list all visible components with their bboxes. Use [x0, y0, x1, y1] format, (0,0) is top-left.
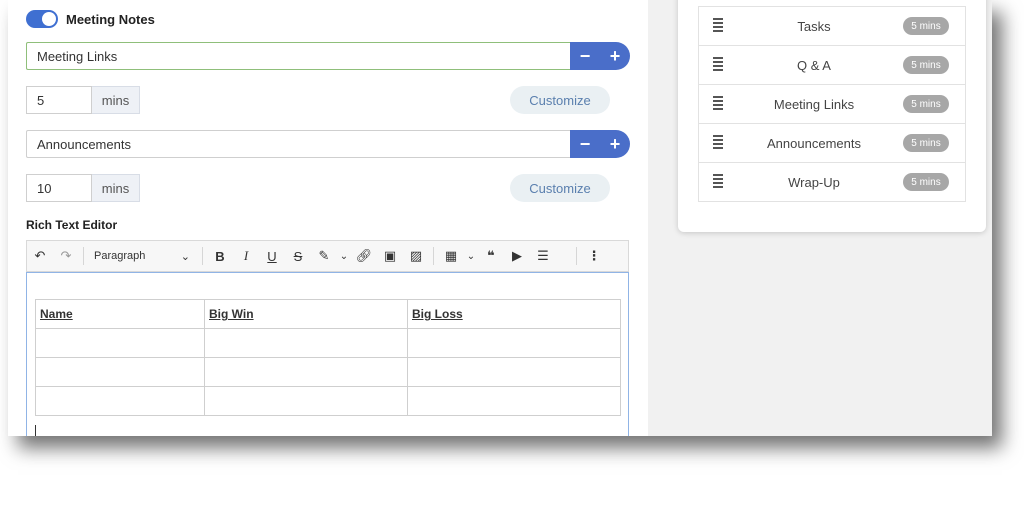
minutes-unit: mins	[92, 174, 140, 202]
rich-text-editor-label: Rich Text Editor	[26, 218, 118, 232]
meeting-editor-panel: Meeting Notes Meeting Links − + 5 mins C…	[8, 0, 648, 436]
meeting-notes-toggle-row: Meeting Notes	[26, 10, 155, 28]
link-icon[interactable]: 🔗︎	[351, 248, 377, 264]
minutes-input[interactable]: 10	[26, 174, 92, 202]
table-row	[35, 386, 621, 416]
toolbar-divider	[433, 247, 434, 265]
section-name-field[interactable]: Meeting Links	[26, 42, 570, 70]
table-cell[interactable]	[35, 357, 205, 387]
highlight-icon[interactable]: ✎	[311, 248, 337, 264]
agenda-item-label: Meeting Links	[773, 96, 855, 112]
text-cursor	[35, 425, 36, 436]
media-embed-icon[interactable]: ▶	[504, 248, 530, 264]
drag-handle-icon[interactable]	[713, 57, 723, 73]
table-cell[interactable]	[407, 328, 621, 358]
agenda-item-label: Wrap-Up	[788, 174, 840, 190]
drag-handle-icon[interactable]	[713, 135, 723, 151]
toolbar-divider	[202, 247, 203, 265]
chevron-down-icon[interactable]: ⌄	[464, 251, 478, 262]
customize-button[interactable]: Customize	[510, 174, 610, 202]
undo-icon[interactable]: ↶	[27, 248, 53, 264]
add-section-button[interactable]: +	[601, 42, 629, 70]
meeting-notes-label: Meeting Notes	[66, 11, 155, 27]
remove-section-button[interactable]: −	[571, 42, 599, 70]
agenda-list: Tasks 5 mins Q & A 5 mins Meeting Links …	[698, 6, 966, 202]
more-options-icon[interactable]: ⋮	[581, 248, 607, 264]
duration-badge: 5 mins	[903, 56, 949, 74]
section-stepper: − +	[570, 42, 630, 70]
duration-badge: 5 mins	[903, 134, 949, 152]
blockquote-icon[interactable]: ❝	[478, 248, 504, 264]
minutes-unit: mins	[92, 86, 140, 114]
table-cell[interactable]	[204, 386, 408, 416]
table-header-cell[interactable]: Big Loss	[407, 299, 621, 329]
underline-icon[interactable]: U	[259, 249, 285, 264]
drag-handle-icon[interactable]	[713, 18, 723, 34]
section-stepper: − +	[570, 130, 630, 158]
bold-icon[interactable]: B	[207, 249, 233, 264]
agenda-panel: Tasks 5 mins Q & A 5 mins Meeting Links …	[648, 0, 992, 436]
minutes-value: 5	[37, 92, 45, 108]
table-row	[35, 357, 621, 387]
meeting-notes-toggle[interactable]	[26, 10, 58, 28]
table-header-cell[interactable]: Big Win	[204, 299, 408, 329]
duration-badge: 5 mins	[903, 173, 949, 191]
table-icon[interactable]: ▦	[438, 248, 464, 264]
table-cell[interactable]	[407, 357, 621, 387]
table-cell[interactable]	[35, 386, 205, 416]
duration-badge: 5 mins	[903, 95, 949, 113]
italic-icon[interactable]: I	[233, 248, 259, 264]
section-name-value: Meeting Links	[37, 48, 118, 64]
agenda-item[interactable]: Q & A 5 mins	[699, 46, 965, 85]
table-cell[interactable]	[407, 386, 621, 416]
agenda-item-label: Q & A	[797, 57, 831, 73]
editor-toolbar: ↶ ↷ Paragraph ⌄ B I U S ✎ ⌄ 🔗︎ ▣ ▨ ▦ ⌄ ❝…	[26, 240, 629, 272]
rich-text-editor[interactable]: Name Big Win Big Loss	[26, 272, 629, 436]
toolbar-divider	[83, 247, 84, 265]
agenda-item[interactable]: Meeting Links 5 mins	[699, 85, 965, 124]
customize-button[interactable]: Customize	[510, 86, 610, 114]
table-cell[interactable]	[204, 357, 408, 387]
agenda-item[interactable]: Wrap-Up 5 mins	[699, 163, 965, 201]
table-row	[35, 328, 621, 358]
strikethrough-icon[interactable]: S	[285, 249, 311, 264]
toggle-knob	[42, 12, 56, 26]
minutes-value: 10	[37, 180, 52, 196]
agenda-item[interactable]: Announcements 5 mins	[699, 124, 965, 163]
toolbar-divider	[576, 247, 577, 265]
drag-handle-icon[interactable]	[713, 174, 723, 190]
section-name-value: Announcements	[37, 136, 131, 152]
minutes-input[interactable]: 5	[26, 86, 92, 114]
table-header-cell[interactable]: Name	[35, 299, 205, 329]
drag-handle-icon[interactable]	[713, 96, 723, 112]
table-cell[interactable]	[204, 328, 408, 358]
section-name-field[interactable]: Announcements	[26, 130, 570, 158]
paragraph-style-value: Paragraph	[94, 249, 146, 262]
table-cell[interactable]	[35, 328, 205, 358]
chevron-down-icon[interactable]: ⌄	[337, 251, 351, 262]
agenda-item-label: Tasks	[797, 18, 831, 34]
table-header-row: Name Big Win Big Loss	[35, 299, 621, 329]
paragraph-style-dropdown[interactable]: Paragraph ⌄	[88, 250, 198, 263]
agenda-item-label: Announcements	[767, 135, 861, 151]
image-upload-icon[interactable]: ▨	[403, 248, 429, 264]
remove-section-button[interactable]: −	[571, 130, 599, 158]
chevron-down-icon: ⌄	[180, 250, 190, 263]
duration-badge: 5 mins	[903, 17, 949, 35]
app-window: Meeting Notes Meeting Links − + 5 mins C…	[8, 0, 992, 436]
editor-table[interactable]: Name Big Win Big Loss	[35, 299, 621, 416]
file-upload-icon[interactable]: ▣	[377, 248, 403, 264]
redo-icon[interactable]: ↷	[53, 248, 79, 264]
bulleted-list-icon[interactable]: ☰	[530, 248, 556, 264]
agenda-card: Tasks 5 mins Q & A 5 mins Meeting Links …	[678, 0, 986, 232]
agenda-item[interactable]: Tasks 5 mins	[699, 7, 965, 46]
add-section-button[interactable]: +	[601, 130, 629, 158]
